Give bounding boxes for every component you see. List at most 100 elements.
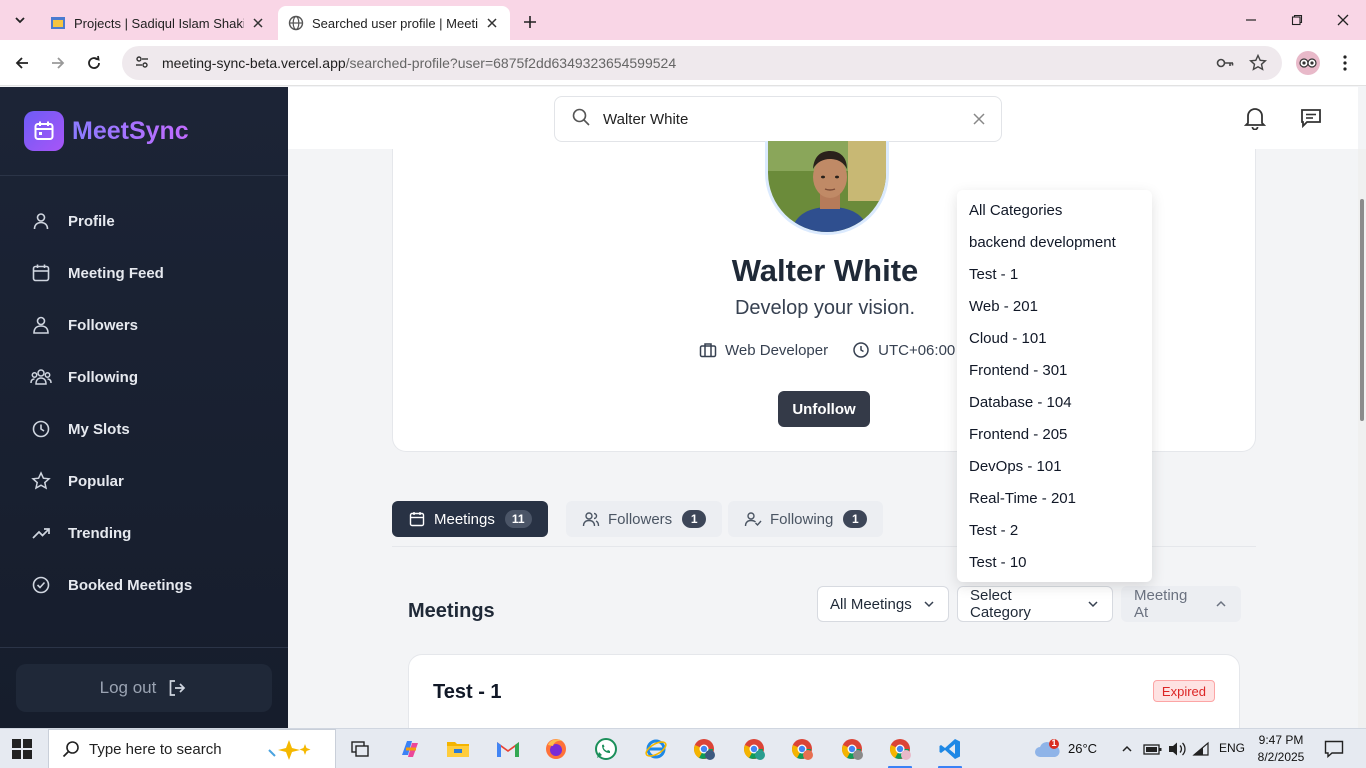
copilot-icon[interactable] (396, 735, 424, 763)
wifi-icon[interactable] (1190, 735, 1212, 763)
windows-start-icon[interactable] (12, 739, 32, 759)
user-search-box[interactable]: Walter White (554, 96, 1002, 142)
chevron-up-icon[interactable] (1116, 735, 1138, 763)
taskbar-search-box[interactable]: Type here to search (48, 729, 336, 768)
category-option[interactable]: Web - 201 (957, 290, 1152, 322)
sidebar-item-label: Booked Meetings (68, 576, 193, 594)
notification-center-icon[interactable] (1320, 735, 1348, 763)
close-tab-icon[interactable] (250, 15, 266, 31)
browser-tab-bar: Projects | Sadiqul Islam Shakib Searched… (0, 0, 1366, 40)
calendar-icon (30, 262, 52, 284)
logout-label: Log out (99, 678, 157, 697)
tab-title: Searched user profile | MeetingSync (312, 15, 478, 31)
category-option[interactable]: Frontend - 301 (957, 354, 1152, 386)
minimize-icon[interactable] (1236, 8, 1266, 32)
chevron-down-icon (922, 597, 936, 611)
profile-meta: Web Developer UTC+06:00 (699, 341, 955, 359)
browser-tab-projects[interactable]: Projects | Sadiqul Islam Shakib (40, 6, 276, 40)
message-icon[interactable] (1298, 105, 1324, 131)
close-tab-icon[interactable] (484, 15, 500, 31)
site-info-icon[interactable] (134, 54, 150, 73)
notification-bell-icon[interactable] (1242, 105, 1268, 131)
tab-followers[interactable]: Followers 1 (566, 501, 723, 537)
sidebar-item-following[interactable]: Following (30, 351, 270, 403)
sidebar-item-booked-meetings[interactable]: Booked Meetings (30, 559, 270, 611)
chrome-profile-icon[interactable] (690, 735, 718, 763)
gmail-icon[interactable] (494, 735, 522, 763)
language-indicator[interactable]: ENG (1219, 741, 1245, 755)
chrome-profile-icon[interactable] (740, 735, 768, 763)
unfollow-button[interactable]: Unfollow (778, 391, 870, 427)
tab-search-dropdown-icon[interactable] (6, 8, 34, 32)
sidebar-item-popular[interactable]: Popular (30, 455, 270, 507)
meeting-type-select[interactable]: All Meetings (817, 586, 949, 622)
sidebar-item-trending[interactable]: Trending (30, 507, 270, 559)
new-tab-icon[interactable] (518, 10, 542, 34)
profile-timezone: UTC+06:00 (878, 341, 956, 359)
category-option[interactable]: Real-Time - 201 (957, 482, 1152, 514)
briefcase-icon (699, 341, 717, 359)
browser-tab-searched-profile[interactable]: Searched user profile | MeetingSync (278, 6, 510, 40)
bookmark-star-icon[interactable] (1247, 52, 1269, 74)
clock-date: 8/2/2025 (1257, 750, 1305, 764)
browser-menu-icon[interactable] (1334, 52, 1356, 74)
sidebar-item-meeting-feed[interactable]: Meeting Feed (30, 247, 270, 299)
category-option[interactable]: Test - 10 (957, 546, 1152, 578)
forward-arrow-icon[interactable] (46, 51, 70, 75)
category-option[interactable]: backend development (957, 226, 1152, 258)
reload-icon[interactable] (82, 51, 106, 75)
weather-alert-count: 1 (1051, 738, 1057, 748)
clear-search-icon[interactable] (965, 105, 993, 133)
browser-profile-avatar[interactable] (1296, 51, 1320, 75)
search-icon (61, 739, 81, 759)
sidebar-item-followers[interactable]: Followers (30, 299, 270, 351)
chrome-profile-icon[interactable] (838, 735, 866, 763)
page-scrollbar[interactable] (1358, 149, 1366, 728)
tab-following[interactable]: Following 1 (728, 501, 884, 537)
user-check-icon (744, 510, 762, 528)
taskbar-clock[interactable]: 9:47 PM 8/2/2025 (1254, 732, 1308, 766)
file-explorer-icon[interactable] (444, 735, 472, 763)
category-option[interactable]: Test - 1 (957, 258, 1152, 290)
category-select[interactable]: Select Category (957, 586, 1113, 622)
user-icon (30, 210, 52, 232)
restore-icon[interactable] (1282, 8, 1312, 32)
back-arrow-icon[interactable] (10, 51, 34, 75)
globe-icon (288, 15, 304, 31)
task-view-icon[interactable] (346, 735, 374, 763)
chrome-profile-icon[interactable] (788, 735, 816, 763)
internet-explorer-icon[interactable] (642, 735, 670, 763)
divider (0, 647, 288, 648)
password-key-icon[interactable] (1214, 52, 1236, 74)
category-option[interactable]: DevOps - 101 (957, 450, 1152, 482)
category-option[interactable]: All Categories (957, 194, 1152, 226)
users-icon (30, 314, 52, 336)
meeting-card[interactable]: Test - 1 Expired (408, 654, 1240, 728)
projects-favicon-icon (50, 15, 66, 31)
chrome-active-icon[interactable] (886, 735, 914, 768)
sidebar-item-profile[interactable]: Profile (30, 195, 270, 247)
category-option[interactable]: Database - 104 (957, 386, 1152, 418)
volume-icon[interactable] (1166, 735, 1188, 763)
sidebar-item-my-slots[interactable]: My Slots (30, 403, 270, 455)
taskbar-search-placeholder: Type here to search (89, 740, 222, 758)
category-option[interactable]: Frontend - 205 (957, 418, 1152, 450)
clock-icon (852, 341, 870, 359)
whatsapp-icon[interactable] (592, 735, 620, 763)
battery-icon[interactable] (1142, 735, 1164, 763)
category-option[interactable]: Test - 2 (957, 514, 1152, 546)
logout-button[interactable]: Log out (16, 664, 272, 712)
weather-cloud-icon[interactable]: 1 (1034, 738, 1062, 759)
firefox-icon[interactable] (542, 735, 570, 763)
close-window-icon[interactable] (1328, 8, 1358, 32)
search-input[interactable]: Walter White (603, 111, 965, 128)
vscode-icon[interactable] (936, 735, 964, 768)
scrollbar-thumb[interactable] (1360, 199, 1364, 421)
category-dropdown-menu: All Categories backend development Test … (957, 190, 1152, 582)
tab-meetings[interactable]: Meetings 11 (392, 501, 548, 537)
brand[interactable]: MeetSync (24, 111, 189, 151)
divider (0, 175, 288, 176)
category-option[interactable]: Cloud - 101 (957, 322, 1152, 354)
sort-meeting-at-button[interactable]: Meeting At (1121, 586, 1241, 622)
address-bar[interactable]: meeting-sync-beta.vercel.app/searched-pr… (122, 46, 1282, 80)
